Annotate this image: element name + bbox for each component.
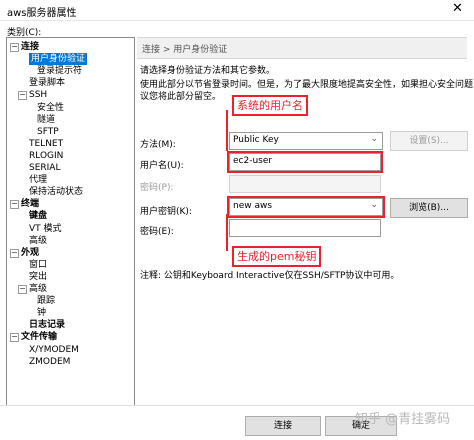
tree-item[interactable]: 文件传输 [21, 331, 57, 343]
tree-item[interactable]: 钟 [37, 307, 46, 319]
description-text-line2: 议您将此部分留空。 [140, 92, 222, 102]
tree-item[interactable]: 跟踪 [37, 295, 55, 307]
passphrase-field[interactable] [229, 219, 381, 237]
settings-button[interactable]: 设置(S)... [390, 131, 468, 151]
tree-item[interactable]: 高级 [29, 283, 47, 295]
close-icon[interactable]: ✕ [452, 1, 463, 16]
chevron-down-icon: ⌄ [370, 134, 378, 144]
tree-item[interactable]: 突出 [29, 271, 47, 283]
user-key-label: 用户密钥(K): [140, 207, 192, 217]
username-highlight-box [227, 151, 383, 173]
tree-item[interactable]: 隧道 [37, 114, 55, 126]
connect-button[interactable]: 连接 [245, 416, 321, 436]
footer-divider [0, 405, 474, 406]
tree-item[interactable]: 连接 [21, 41, 39, 53]
passphrase-label: 密码(E): [140, 227, 174, 237]
tree-item[interactable]: 窗口 [29, 259, 47, 271]
tree-item[interactable]: 保持活动状态 [29, 186, 83, 198]
tree-item[interactable]: 安全性 [37, 102, 64, 114]
pem-annotation-line [226, 214, 228, 251]
tree-item[interactable]: 用户身份验证 [29, 53, 88, 66]
tree-expand-icon[interactable]: − [10, 200, 19, 210]
watermark: 知乎 @青挂雾码 [355, 412, 451, 427]
tree-item[interactable]: 高级 [29, 235, 47, 247]
password-field[interactable] [229, 175, 381, 193]
intro-text: 请选择身份验证方法和其它参数。 [140, 66, 276, 76]
tree-item[interactable]: 登录脚本 [29, 77, 65, 89]
tree-item[interactable]: ZMODEM [29, 356, 70, 368]
tree-expand-icon[interactable]: − [10, 333, 19, 343]
browse-button[interactable]: 浏览(B)... [390, 198, 468, 218]
tree-item[interactable]: 键盘 [29, 210, 47, 222]
pem-key-annotation: 生成的pem秘钥 [232, 246, 322, 267]
tree-expand-icon[interactable]: − [18, 285, 27, 294]
username-annotation-line [226, 110, 228, 151]
tree-item[interactable]: 登录提示符 [37, 65, 82, 77]
username-annotation: 系统的用户名 [232, 95, 308, 116]
username-label: 用户名(U): [140, 161, 184, 171]
method-label: 方法(M): [140, 140, 176, 150]
tree-item[interactable]: 日志记录 [29, 319, 65, 331]
tree-item[interactable]: 代理 [29, 174, 47, 186]
window-title: aws服务器属性 [7, 8, 77, 19]
tree-item[interactable]: 外观 [21, 247, 39, 259]
method-dropdown[interactable]: Public Key ⌄ [229, 132, 383, 150]
tree-item[interactable]: VT 模式 [29, 223, 62, 235]
tree-item[interactable]: 终端 [21, 198, 39, 210]
category-tree[interactable]: − 连接 用户身份验证 登录提示符 登录脚本 − SSH 安全性 隧道 SFTP TELNET RLO… [6, 37, 135, 406]
tree-expand-icon[interactable]: − [18, 91, 27, 101]
user-key-highlight-box [227, 196, 385, 218]
tree-item[interactable]: RLOGIN [29, 150, 63, 162]
tree-expand-icon[interactable]: − [10, 248, 19, 258]
breadcrumb: 连接 > 用户身份验证 [137, 37, 467, 59]
note-text: 注释: 公钥和Keyboard Interactive仅在SSH/SFTP协议中… [140, 271, 400, 281]
tree-item[interactable]: TELNET [29, 138, 63, 150]
tree-item[interactable]: X/YMODEM [29, 344, 79, 356]
password-label: 密码(P): [140, 183, 174, 193]
tree-item[interactable]: SFTP [37, 126, 59, 138]
tree-item[interactable]: SERIAL [29, 162, 60, 174]
tree-expand-icon[interactable]: − [10, 43, 19, 52]
tree-item[interactable]: SSH [29, 89, 47, 101]
